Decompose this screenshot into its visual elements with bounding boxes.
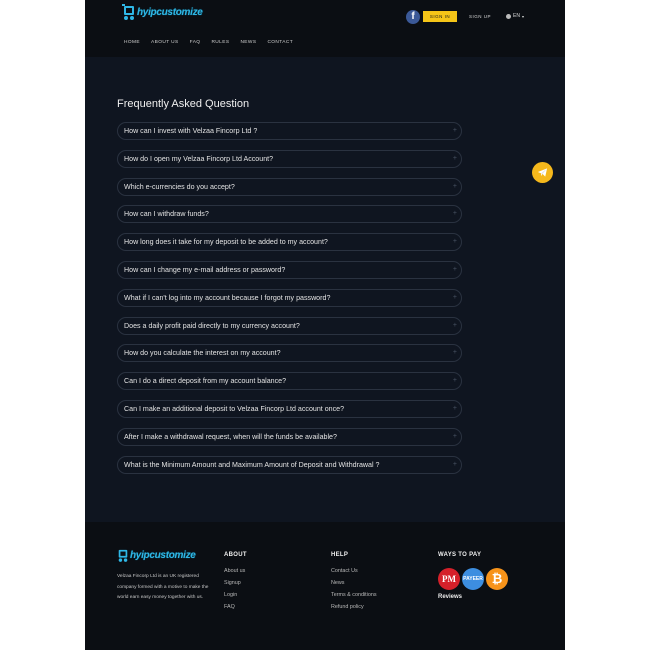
caret-down-icon: ▾ [521,14,524,19]
footer-about-text: Velzaa Fincorp Ltd is an UK registered c… [117,574,209,600]
sign-in-button[interactable]: SIGN IN [423,11,457,22]
footer-about-column: ABOUT About us Signup Login FAQ [224,552,247,610]
footer-link-about-us[interactable]: About us [224,568,247,574]
footer-pay-title: WAYS TO PAY [438,552,482,558]
plus-icon: + [452,182,457,190]
faq-item[interactable]: How can I withdraw funds? + [117,205,462,224]
faq-question: Can I do a direct deposit from my accoun… [124,377,287,386]
logo-text: hyipcustomize [137,6,203,18]
plus-icon: + [452,404,457,412]
faq-item[interactable]: How do you calculate the interest on my … [117,344,462,363]
plus-icon: + [452,460,457,468]
plus-icon: + [452,127,457,134]
faq-item[interactable]: How can I invest with Velzaa Fincorp Ltd… [117,122,462,140]
nav-faq[interactable]: FAQ [190,40,201,45]
faq-item[interactable]: What is the Minimum Amount and Maximum A… [117,455,462,474]
plus-icon: + [452,210,457,218]
footer-about-title: ABOUT [224,552,247,558]
paper-plane-icon [537,168,548,177]
faq-question: Does a daily profit paid directly to my … [124,321,300,330]
faq-question: What if I can't log into my account beca… [124,293,331,302]
faq-question: How can I change my e-mail address or pa… [124,265,286,274]
footer-link-login[interactable]: Login [224,592,247,598]
faq-item[interactable]: How do I open my Velzaa Fincorp Ltd Acco… [117,149,462,168]
faq-item[interactable]: What if I can't log into my account beca… [117,288,462,307]
language-label: EN [513,13,520,19]
language-selector[interactable]: EN ▾ [506,11,524,22]
footer-logo[interactable]: hyipcustomize [117,547,196,563]
faq-question: How long does it take for my deposit to … [124,238,328,247]
globe-icon [506,14,511,19]
faq-list: How can I invest with Velzaa Fincorp Ltd… [117,122,462,483]
faq-item[interactable]: How can I change my e-mail address or pa… [117,260,462,279]
payeer-icon: PAYEER [462,568,484,590]
faq-title: Frequently Asked Question [117,98,250,110]
site-logo[interactable]: hyipcustomize [122,3,203,21]
faq-question: Can I make an additional deposit to Velz… [124,404,345,413]
faq-item[interactable]: Can I make an additional deposit to Velz… [117,399,462,418]
site-footer: hyipcustomize Velzaa Fincorp Ltd is an U… [85,522,565,650]
telegram-icon[interactable] [532,162,553,183]
site-header: hyipcustomize f SIGN IN SIGN UP EN ▾ HOM… [85,0,565,57]
nav-home[interactable]: HOME [124,40,140,45]
footer-link-contact-us[interactable]: Contact Us [331,568,377,574]
plus-icon: + [452,432,457,440]
nav-news[interactable]: NEWS [240,40,256,45]
footer-link-terms[interactable]: Terms & conditions [331,592,377,598]
sign-up-link[interactable]: SIGN UP [469,11,491,22]
footer-link-faq[interactable]: FAQ [224,604,247,610]
perfect-money-icon: PM [438,568,460,590]
footer-link-signup[interactable]: Signup [224,580,247,586]
faq-item[interactable]: Which e-currencies do you accept? + [117,177,462,196]
plus-icon: + [452,321,457,329]
faq-item[interactable]: After I make a withdrawal request, when … [117,427,462,446]
footer-link-news[interactable]: News [331,580,377,586]
facebook-icon[interactable]: f [406,10,420,24]
footer-logo-text: hyipcustomize [130,549,196,561]
nav-about-us[interactable]: ABOUT US [151,40,179,45]
footer-help-column: HELP Contact Us News Terms & conditions … [331,552,377,610]
faq-question: After I make a withdrawal request, when … [124,432,337,441]
payment-methods: PM PAYEER ₿ [438,568,510,590]
plus-icon: + [452,238,457,246]
faq-item[interactable]: How long does it take for my deposit to … [117,233,462,252]
faq-question: How do I open my Velzaa Fincorp Ltd Acco… [124,154,274,163]
faq-question: How can I invest with Velzaa Fincorp Ltd… [124,127,258,135]
plus-icon: + [452,154,457,162]
reviews-link[interactable]: Reviews [438,594,462,600]
cart-logo-icon [118,549,128,562]
plus-icon: + [452,265,457,273]
bitcoin-icon: ₿ [486,568,508,590]
nav-rules[interactable]: RULES [211,40,229,45]
page: hyipcustomize f SIGN IN SIGN UP EN ▾ HOM… [85,0,565,650]
footer-link-refund[interactable]: Refund policy [331,604,377,610]
faq-question: How do you calculate the interest on my … [124,349,281,358]
faq-item[interactable]: Does a daily profit paid directly to my … [117,316,462,335]
faq-item[interactable]: Can I do a direct deposit from my accoun… [117,372,462,391]
main-nav: HOME ABOUT US FAQ RULES NEWS CONTACT [124,40,304,45]
plus-icon: + [452,377,457,385]
plus-icon: + [452,349,457,357]
nav-contact[interactable]: CONTACT [267,40,293,45]
cart-logo-icon [122,4,134,20]
plus-icon: + [452,293,457,301]
faq-question: How can I withdraw funds? [124,210,209,219]
faq-question: Which e-currencies do you accept? [124,182,235,191]
footer-pay-column: WAYS TO PAY [438,552,481,558]
footer-help-title: HELP [331,552,349,558]
faq-question: What is the Minimum Amount and Maximum A… [124,460,380,469]
